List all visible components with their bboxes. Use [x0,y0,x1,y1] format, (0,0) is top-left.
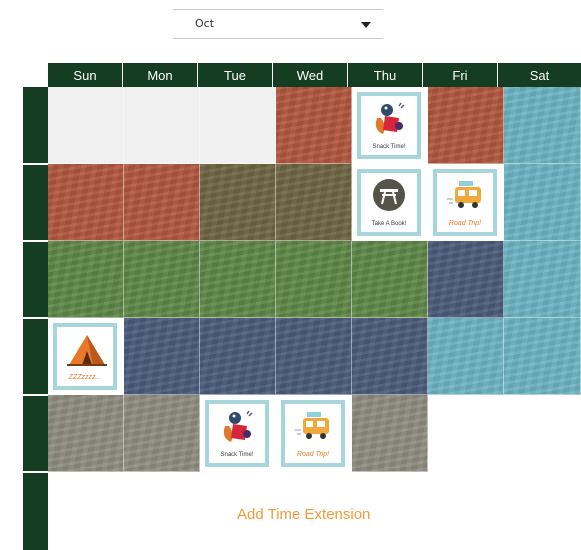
day-cell[interactable] [352,318,428,395]
day-cell[interactable] [428,318,504,395]
event-card-road[interactable]: Road Trip! [281,400,345,467]
day-cell[interactable]: Snack Time! [200,395,276,472]
day-cell[interactable] [352,395,428,472]
day-cell[interactable] [124,241,200,318]
day-cell[interactable] [124,87,200,164]
rail-separator [23,163,48,165]
day-cell[interactable]: ZZZzzzz... [48,318,124,395]
day-cell[interactable]: Take A Book! [352,164,428,241]
header-sat: Sat [498,63,581,87]
rail-separator [23,240,48,242]
day-cell[interactable] [352,241,428,318]
day-cell[interactable] [504,318,581,395]
header-thu: Thu [348,63,423,87]
weekday-header: Sun Mon Tue Wed Thu Fri Sat [48,63,581,87]
day-cell[interactable] [276,241,352,318]
day-cell[interactable] [276,87,352,164]
day-cell[interactable] [124,395,200,472]
month-select[interactable]: Oct [173,9,383,39]
day-cell[interactable] [200,318,276,395]
day-cell[interactable] [504,164,581,241]
header-wed: Wed [273,63,348,87]
week-rail [23,87,48,550]
header-mon: Mon [123,63,198,87]
header-fri: Fri [423,63,498,87]
event-caption: Road Trip! [448,220,482,227]
event-card-snack[interactable]: Snack Time! [357,92,421,159]
month-value: Oct [195,17,215,30]
event-caption: Snack Time! [220,452,254,458]
day-cell[interactable]: Road Trip! [276,395,352,472]
day-cell[interactable] [504,87,581,164]
day-cell[interactable] [124,164,200,241]
calendar-grid: Snack Time! Take A Book! Road Trip! ZZZz… [48,87,581,550]
rail-separator [23,317,48,319]
day-cell[interactable] [200,241,276,318]
event-caption: Snack Time! [372,144,406,150]
day-cell[interactable] [48,241,124,318]
day-cell[interactable]: Road Trip! [428,164,504,241]
day-cell[interactable] [48,87,124,164]
day-cell[interactable] [200,87,276,164]
day-cell[interactable]: Snack Time! [352,87,428,164]
rail-separator [23,394,48,396]
header-sun: Sun [48,63,123,87]
day-cell[interactable] [124,318,200,395]
event-card-road[interactable]: Road Trip! [433,169,497,236]
event-caption: ZZZzzzz... [68,374,102,381]
day-cell[interactable] [48,164,124,241]
day-cell[interactable] [276,318,352,395]
event-caption: Road Trip! [296,451,330,458]
rail-separator [23,471,48,473]
day-cell[interactable] [276,164,352,241]
chevron-down-icon [361,22,371,28]
day-cell[interactable] [428,87,504,164]
event-card-sleep[interactable]: ZZZzzzz... [53,323,117,390]
day-cell[interactable] [48,395,124,472]
add-time-extension-link[interactable]: Add Time Extension [237,506,370,523]
day-cell[interactable] [504,241,581,318]
header-tue: Tue [198,63,273,87]
day-cell[interactable] [200,164,276,241]
event-card-book[interactable]: Take A Book! [357,169,421,236]
event-card-snack[interactable]: Snack Time! [205,400,269,467]
day-cell[interactable] [428,241,504,318]
event-caption: Take A Book! [371,221,407,227]
